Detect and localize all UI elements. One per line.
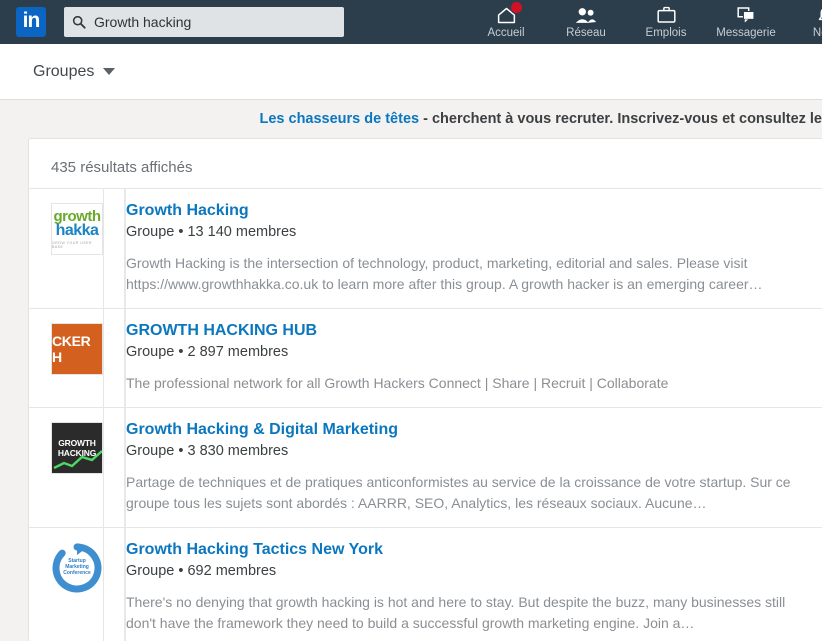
nav-label-accueil: Accueil <box>487 27 525 39</box>
top-navigation-bar: in Growth hacking Accueil Réseau Emplois… <box>0 0 822 44</box>
nav-item-reseau[interactable]: Réseau <box>546 0 626 44</box>
nav-item-notifications[interactable]: Notifi <box>786 0 822 44</box>
promo-banner[interactable]: Les chasseurs de têtes - cherchent à vou… <box>0 100 822 138</box>
results-count: 435 résultats affichés <box>51 159 193 176</box>
result-body: GROWTH HACKING HUB Groupe • 2 897 membre… <box>124 309 822 407</box>
nav-item-messagerie[interactable]: Messagerie <box>706 0 786 44</box>
result-title[interactable]: Growth Hacking <box>126 201 813 221</box>
result-description: Growth Hacking is the intersection of te… <box>126 255 763 292</box>
search-input[interactable]: Growth hacking <box>64 7 344 37</box>
logo-text: CKER H <box>52 333 91 365</box>
filter-bar: Groupes <box>0 44 822 100</box>
bell-icon <box>816 5 822 25</box>
result-description: Partage de techniques et de pratiques an… <box>126 474 791 511</box>
search-results-card: 435 résultats affichés growth hakka GROW… <box>28 138 822 641</box>
result-item[interactable]: growth hakka GROW YOUR USER BASE Growth … <box>29 188 822 308</box>
growth-hakka-logo: growth hakka GROW YOUR USER BASE <box>51 203 103 255</box>
result-meta: Groupe • 692 membres <box>126 563 277 579</box>
notification-badge <box>509 1 523 14</box>
result-item[interactable]: CKER H GROWTH HACKING HUB Groupe • 2 897… <box>29 308 822 407</box>
home-icon <box>496 1 523 25</box>
startup-marketing-conference-logo: Startup Marketing Conference <box>51 542 103 594</box>
nav-items: Accueil Réseau Emplois Messagerie N <box>466 0 822 44</box>
result-body: Growth Hacking Groupe • 13 140 membres G… <box>124 189 822 308</box>
logo-line-2: HACKING <box>57 448 97 458</box>
result-body: Growth Hacking & Digital Marketing Group… <box>124 408 822 527</box>
result-body: Growth Hacking Tactics New York Groupe •… <box>124 528 822 641</box>
search-icon <box>72 15 86 29</box>
filter-groupes-dropdown[interactable]: Groupes <box>33 62 116 81</box>
promo-banner-rest: - cherchent à vous recruter. Inscrivez-v… <box>419 111 822 127</box>
divider <box>103 408 104 527</box>
promo-banner-link[interactable]: Les chasseurs de têtes <box>259 111 419 127</box>
result-description: The professional network for all Growth … <box>126 375 669 391</box>
nav-item-accueil[interactable]: Accueil <box>466 0 546 44</box>
nav-label-reseau: Réseau <box>566 27 606 39</box>
promo-banner-text: Les chasseurs de têtes - cherchent à vou… <box>16 111 822 127</box>
divider <box>103 309 104 407</box>
nav-label-emplois: Emplois <box>645 27 687 39</box>
nav-label-notifications: Notifi <box>812 27 822 39</box>
result-meta: Groupe • 13 140 membres <box>126 224 297 240</box>
result-item[interactable]: GROWTH HACKING Growth Hacking & Digital … <box>29 407 822 527</box>
divider <box>103 189 104 308</box>
logo-line-3: Conference <box>63 569 91 576</box>
result-meta: Groupe • 2 897 membres <box>126 344 289 360</box>
messaging-icon <box>736 5 757 25</box>
growth-hacking-digital-logo: GROWTH HACKING <box>51 422 103 474</box>
divider <box>103 528 104 641</box>
nav-item-emplois[interactable]: Emplois <box>626 0 706 44</box>
growth-hacking-hub-logo: CKER H <box>51 323 103 375</box>
result-title[interactable]: GROWTH HACKING HUB <box>126 321 813 341</box>
logo-line-2: hakka <box>55 222 99 239</box>
result-description: There's no denying that growth hacking i… <box>126 594 786 631</box>
logo-line-3: GROW YOUR USER BASE <box>52 241 92 249</box>
nav-label-messagerie: Messagerie <box>716 27 776 39</box>
briefcase-icon <box>656 5 677 25</box>
linkedin-logo[interactable]: in <box>16 7 46 37</box>
search-input-value: Growth hacking <box>94 14 192 30</box>
chevron-down-icon <box>103 68 116 75</box>
result-title[interactable]: Growth Hacking Tactics New York <box>126 540 813 560</box>
result-item[interactable]: Startup Marketing Conference Growth Hack… <box>29 527 822 641</box>
network-icon <box>574 5 598 25</box>
filter-groupes-label: Groupes <box>33 62 95 80</box>
result-title[interactable]: Growth Hacking & Digital Marketing <box>126 420 813 440</box>
logo-line-1: GROWTH <box>58 438 96 448</box>
result-meta: Groupe • 3 830 membres <box>126 443 289 459</box>
